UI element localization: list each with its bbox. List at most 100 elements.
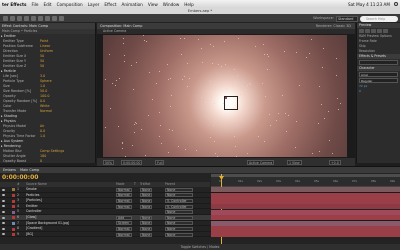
camera-tool-icon[interactable] [31, 16, 36, 21]
label-color-swatch[interactable] [12, 221, 15, 225]
anchor-point-icon[interactable] [225, 97, 227, 99]
zoom-tool-icon[interactable] [17, 16, 22, 21]
composition-tab-label[interactable]: Composition: Main Comp [100, 24, 142, 28]
property-value[interactable]: 0 [40, 159, 42, 164]
parent-select[interactable]: 5. Controller [165, 198, 193, 203]
label-color-swatch[interactable] [12, 199, 15, 203]
work-area-bar[interactable] [211, 174, 400, 177]
brush-tool-icon[interactable] [59, 16, 64, 21]
tracking-value[interactable]: 0 [359, 89, 361, 93]
comp-canvas[interactable] [103, 35, 347, 157]
toggle-switches-modes[interactable]: Toggle Switches / Modes [0, 244, 400, 250]
spotlight-icon[interactable] [394, 2, 398, 6]
menu-animation[interactable]: Animation [121, 2, 142, 7]
blend-mode-select[interactable]: Normal [116, 204, 132, 209]
pan-behind-tool-icon[interactable] [38, 16, 43, 21]
menu-edit[interactable]: Edit [43, 2, 51, 7]
type-tool-icon[interactable] [52, 16, 57, 21]
layer-duration-bar[interactable] [211, 215, 400, 221]
tab-main-comp[interactable]: Main Comp [20, 168, 39, 172]
label-color-swatch[interactable] [12, 216, 15, 220]
layer-duration-bar[interactable] [211, 226, 400, 232]
visibility-eye-icon[interactable] [2, 222, 5, 225]
track-matte-select[interactable]: None [140, 215, 152, 220]
parent-select[interactable]: None [165, 210, 193, 215]
timeline-layer[interactable]: 9 [BG] Normal None None [0, 232, 400, 238]
label-color-swatch[interactable] [12, 188, 15, 192]
tracking-field[interactable]: 0 [357, 89, 400, 94]
visibility-eye-icon[interactable] [2, 227, 5, 230]
layer-duration-bar[interactable] [211, 187, 400, 193]
menu-view[interactable]: View [148, 2, 158, 7]
first-frame-icon[interactable] [359, 29, 364, 33]
blend-mode-select[interactable]: Normal [116, 193, 132, 198]
last-frame-icon[interactable] [383, 29, 388, 33]
play-icon[interactable] [371, 29, 376, 33]
blend-mode-select[interactable]: Normal [116, 187, 132, 192]
visibility-eye-icon[interactable] [2, 199, 5, 202]
track-matte-select[interactable]: None [140, 198, 152, 203]
parent-select[interactable]: None [165, 187, 193, 192]
hand-tool-icon[interactable] [10, 16, 15, 21]
blend-mode-select[interactable]: Normal [116, 226, 132, 231]
menu-help[interactable]: Help [184, 2, 194, 7]
layer-duration-bar[interactable] [211, 209, 400, 215]
track-matte-select[interactable]: None [140, 193, 152, 198]
menu-file[interactable]: File [31, 2, 38, 7]
menu-layer[interactable]: Layer [88, 2, 100, 7]
track-matte-select[interactable]: None [140, 232, 152, 237]
visibility-eye-icon[interactable] [2, 205, 5, 208]
blend-mode-select[interactable]: Add [116, 215, 132, 220]
parent-select[interactable]: None [165, 193, 193, 198]
track-matte-select[interactable]: None [140, 221, 152, 226]
visibility-eye-icon[interactable] [2, 233, 5, 236]
font-style-select[interactable]: Regular [359, 78, 398, 83]
font-family-select[interactable]: Arial [359, 72, 398, 77]
blend-mode-select[interactable]: Normal [116, 232, 132, 237]
menu-effect[interactable]: Effect [104, 2, 116, 7]
visibility-eye-icon[interactable] [2, 188, 5, 191]
time-ruler[interactable]: 0s01s02s03s04s05s06s07s08s09s [211, 174, 400, 250]
menu-composition[interactable]: Composition [57, 2, 83, 7]
visibility-eye-icon[interactable] [2, 210, 5, 213]
label-color-swatch[interactable] [12, 193, 15, 197]
parent-select[interactable]: None [165, 215, 193, 220]
effect-property[interactable]: Opacity Boost 0 [0, 159, 95, 164]
layer-duration-bar[interactable] [211, 198, 400, 204]
layer-duration-bar[interactable] [211, 220, 400, 226]
effects-search-input[interactable] [359, 60, 398, 65]
parent-select[interactable]: None [165, 221, 193, 226]
label-color-swatch[interactable] [12, 227, 15, 231]
label-color-swatch[interactable] [12, 210, 15, 214]
current-time-display[interactable]: 0:00:00:00 [121, 159, 143, 165]
view-select[interactable]: Active Camera [247, 159, 275, 165]
parent-select[interactable]: None [165, 226, 193, 231]
visibility-eye-icon[interactable] [2, 194, 5, 197]
tab-embers[interactable]: Embers [3, 168, 16, 172]
track-matte-select[interactable]: None [140, 204, 152, 209]
label-color-swatch[interactable] [12, 233, 15, 237]
app-menu[interactable]: ter Effects [2, 2, 26, 7]
search-help-input[interactable]: Search Help [360, 15, 398, 22]
parent-select[interactable]: None [165, 232, 193, 237]
renderer-label[interactable]: Renderer: Classic 3D [316, 23, 351, 29]
pen-tool-icon[interactable] [45, 16, 50, 21]
magnification-select[interactable]: 50% [103, 159, 115, 165]
track-matte-select[interactable]: None [140, 226, 152, 231]
resolution-select[interactable]: Full [155, 159, 165, 165]
menu-window[interactable]: Window [163, 2, 180, 7]
layer-duration-bar[interactable] [211, 192, 400, 198]
character-panel-header[interactable]: Character [357, 66, 400, 71]
visibility-eye-icon[interactable] [2, 216, 5, 219]
label-color-swatch[interactable] [12, 205, 15, 209]
workspace-select[interactable]: Standard [336, 15, 358, 22]
layer-name[interactable]: [BG] [26, 232, 33, 238]
next-frame-icon[interactable] [377, 29, 382, 33]
rotate-tool-icon[interactable] [24, 16, 29, 21]
track-matte-select[interactable]: None [140, 187, 152, 192]
parent-select[interactable]: 5. Controller [165, 204, 193, 209]
current-time[interactable]: 0:00:00:00 [2, 174, 38, 181]
blend-mode-select[interactable]: Normal [116, 198, 132, 203]
font-size-value[interactable]: 72 px [359, 84, 367, 88]
selection-tool-icon[interactable] [3, 16, 8, 21]
